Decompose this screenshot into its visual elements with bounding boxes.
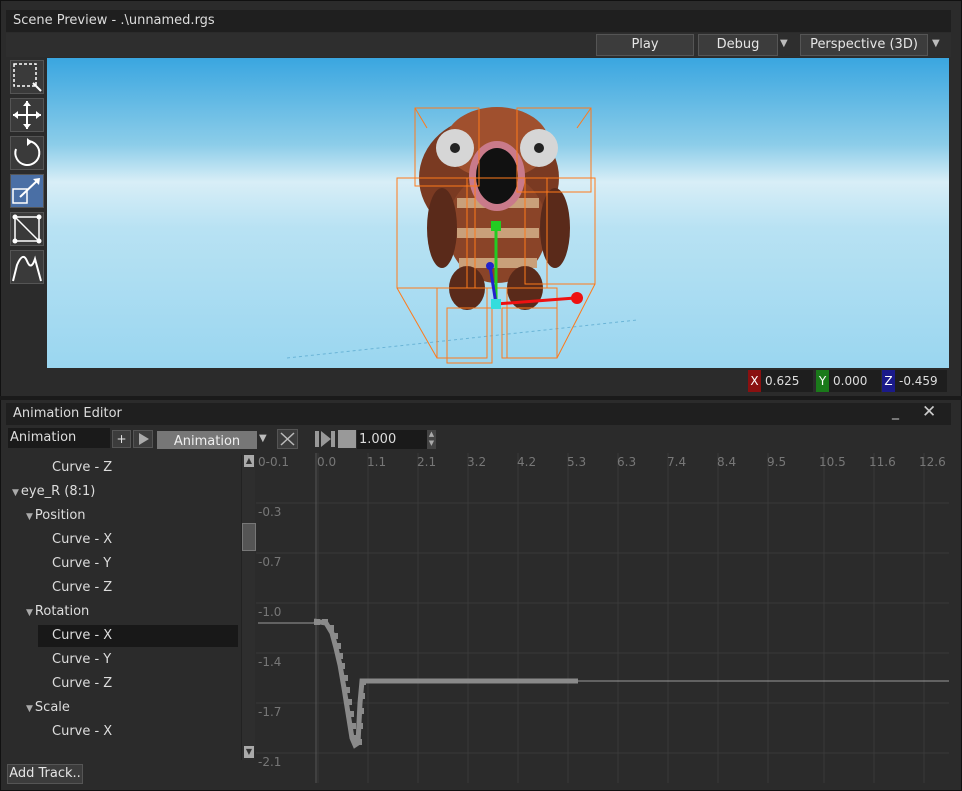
coord-x: X 0.625 [748,370,813,392]
expand-arrow-icon[interactable]: ▼ [26,608,33,618]
time-ruler-label: 1.1 [367,455,387,469]
animation-editor-title: Animation Editor [6,403,951,425]
rotate-tool[interactable] [10,136,44,170]
time-ruler-label: 3.2 [467,455,487,469]
curve-graph[interactable] [256,453,949,783]
cross-icon [280,432,295,446]
time-ruler-label: 6.3 [617,455,637,469]
coord-x-value[interactable]: 0.625 [761,370,813,392]
bounds-tool[interactable] [10,212,44,246]
time-ruler-label: 7.4 [667,455,687,469]
add-animation-button[interactable]: + [112,430,131,448]
scene-preview-title: Scene Preview - .\unnamed.rgs [6,10,951,32]
tree-item-label: Curve - Z [52,580,113,595]
curve-graph-canvas [256,453,949,783]
time-ruler-label: 0-0.1 [258,455,290,469]
tree-group-item[interactable]: ▼ Rotation [6,601,89,623]
play-animation-button[interactable] [133,430,153,448]
time-ruler-label: 11.6 [869,455,896,469]
time-ruler-label: 8.4 [717,455,737,469]
move-tool[interactable] [10,98,44,132]
animation-name-field[interactable]: Animation [8,428,110,448]
tree-item-label: Rotation [34,604,90,619]
value-ruler-label: -1.0 [258,605,282,619]
track-tree: Curve - Z ▼ eye_R (8:1) ▼ Position Curve - XC… [6,455,240,765]
tree-item-label: Curve - X [52,724,113,739]
stop-icon[interactable] [338,430,356,448]
select-region-icon [13,63,42,92]
value-ruler-label: -0.3 [258,505,282,519]
select-region-tool[interactable] [10,60,44,94]
time-ruler-label: 9.5 [767,455,787,469]
coord-z: Z -0.459 [882,370,947,392]
tree-track-item[interactable]: Curve - X [38,625,238,647]
debug-button[interactable]: Debug [698,34,778,56]
tree-item-label: eye_R (8:1) [20,484,96,499]
debug-dropdown-arrow[interactable]: ▼ [780,38,788,49]
expand-arrow-icon[interactable]: ▼ [26,512,33,522]
tree-track-item[interactable]: Curve - Y [6,649,111,671]
tree-track-item[interactable]: Curve - Z [6,577,112,599]
panel-divider[interactable] [0,396,962,400]
view-mode-dropdown[interactable]: Perspective (3D) [800,34,928,56]
time-ruler-label: 10.5 [819,455,846,469]
tree-item-label: Curve - Y [52,556,112,571]
view-mode-dropdown-arrow[interactable]: ▼ [932,38,940,49]
animation-select-arrow[interactable]: ▼ [259,433,267,444]
tree-group-item[interactable]: ▼ eye_R (8:1) [6,481,95,503]
time-ruler-label: 4.2 [517,455,537,469]
speed-field[interactable]: 1.000 [357,430,427,449]
scroll-thumb[interactable] [242,523,256,551]
value-ruler-label: -2.1 [258,755,282,769]
speed-spinner[interactable]: ▲ ▼ [427,430,436,449]
tree-item-label: Scale [34,700,70,715]
tree-item-label: Curve - X [52,628,113,643]
value-ruler-label: -0.7 [258,555,282,569]
play-button[interactable]: Play [596,34,694,56]
expand-arrow-icon[interactable]: ▼ [12,488,19,498]
character-model [286,107,638,364]
time-ruler-label: 2.1 [417,455,437,469]
close-icon[interactable]: ✕ [922,402,936,422]
value-ruler-label: -1.4 [258,655,282,669]
tree-item-label: Curve - X [52,532,113,547]
tree-track-item[interactable]: Curve - Z [6,457,112,479]
tree-track-item[interactable]: Curve - X [6,529,112,551]
tree-track-item[interactable]: Curve - Y [6,553,111,575]
tree-scrollbar[interactable]: ▲ ▼ [241,455,256,760]
step-icon[interactable] [314,430,336,448]
tree-track-item[interactable]: Curve - Z [6,673,112,695]
bounds-icon [12,214,42,244]
delete-animation-button[interactable] [277,429,298,449]
expand-arrow-icon[interactable]: ▼ [26,704,33,714]
tree-track-item[interactable]: Curve - X [6,721,112,743]
tree-item-label: Curve - Z [52,460,113,475]
scroll-down-icon[interactable]: ▼ [244,746,254,758]
tree-group-item[interactable]: ▼ Position [6,505,86,527]
scroll-up-icon[interactable]: ▲ [244,455,254,467]
scale-icon [12,178,40,204]
time-ruler-label: 0.0 [317,455,337,469]
minimize-icon[interactable]: _ [892,404,906,422]
scale-tool[interactable] [10,174,44,208]
animation-select[interactable]: Animation [157,431,257,449]
move-icon [13,101,41,129]
time-ruler-label: 12.6 [919,455,946,469]
scene-viewport[interactable] [47,58,949,368]
curve-icon [12,255,42,282]
tree-group-item[interactable]: ▼ Scale [6,697,70,719]
tree-item-label: Curve - Y [52,652,112,667]
coord-y-value[interactable]: 0.000 [829,370,881,392]
rotate-icon [14,138,41,166]
curve-tool[interactable] [10,250,44,284]
coord-y: Y 0.000 [816,370,881,392]
tree-item-label: Curve - Z [52,676,113,691]
time-ruler-label: 5.3 [567,455,587,469]
coord-z-value[interactable]: -0.459 [895,370,947,392]
tree-item-label: Position [34,508,86,523]
add-track-button[interactable]: Add Track.. [7,764,83,784]
value-ruler-label: -1.7 [258,705,282,719]
play-icon [139,433,149,445]
